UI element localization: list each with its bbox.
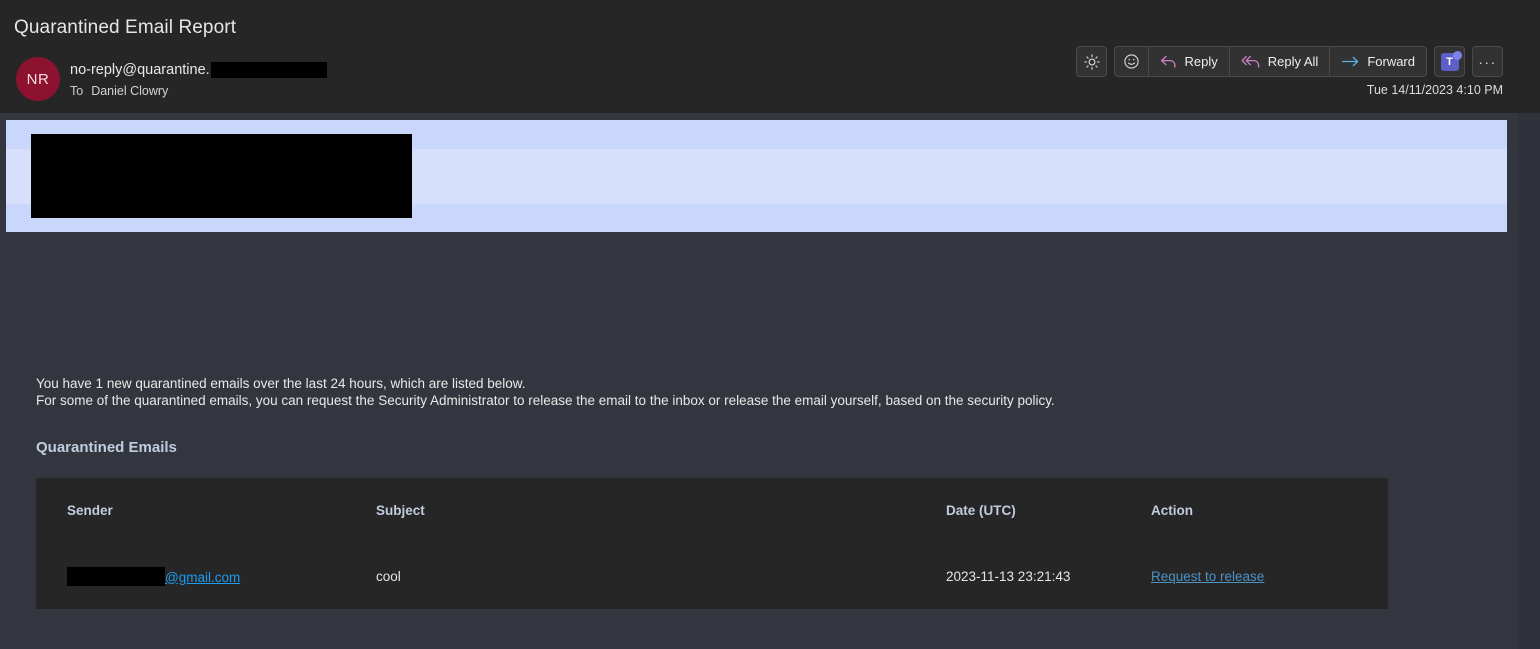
sender-email-link[interactable]: @gmail.com [165,570,240,585]
recipient-name: Daniel Clowry [91,84,169,98]
reply-all-button[interactable]: Reply All [1230,47,1331,76]
reply-actions-group: Reply Reply All Forward [1114,46,1427,77]
section-heading: Quarantined Emails [36,439,177,456]
mail-timestamp: Tue 14/11/2023 4:10 PM [1366,83,1503,97]
reply-arrow-icon [1160,54,1177,69]
quarantined-emails-table: Sender Subject Date (UTC) Action @gmail.… [36,478,1388,609]
cell-date: 2023-11-13 23:21:43 [946,568,1071,584]
teams-icon-dot [1452,50,1462,60]
sender-address-redaction [67,566,165,586]
sender-address-row[interactable]: no-reply@quarantine. [70,60,327,79]
scrollbar-track[interactable] [1518,113,1540,649]
intro-line-1: You have 1 new quarantined emails over t… [36,376,526,391]
forward-arrow-icon [1341,55,1360,68]
sender-info: no-reply@quarantine. To Daniel Clowry [70,60,327,98]
reply-label: Reply [1184,54,1218,69]
email-header: Quarantined Email Report NR no-reply@qua… [0,0,1540,113]
cell-subject: cool [376,568,401,584]
recipient-row: To Daniel Clowry [70,84,327,98]
column-header-sender: Sender [67,503,113,518]
page-title: Quarantined Email Report [14,17,237,38]
request-to-release-link[interactable]: Request to release [1151,569,1264,584]
banner-logo-redaction [31,134,412,218]
microsoft-teams-icon: T [1440,50,1462,71]
sun-icon [1084,53,1100,70]
cell-action: Request to release [1151,569,1357,584]
emoji-reaction-button[interactable] [1115,47,1150,76]
column-header-date: Date (UTC) [946,503,1016,518]
intro-paragraph: You have 1 new quarantined emails over t… [36,375,1055,409]
avatar: NR [16,57,60,101]
column-header-action: Action [1151,503,1193,518]
brightness-button[interactable] [1076,46,1108,77]
forward-label: Forward [1367,54,1415,69]
more-options-button[interactable]: ··· [1472,46,1503,77]
mail-toolbar: Reply Reply All Forward T ··· [1076,46,1503,77]
email-banner [6,120,1507,232]
reply-button[interactable]: Reply [1149,47,1230,76]
sender-domain-redaction [210,61,327,78]
sender-address: no-reply@quarantine. [70,61,210,78]
reply-all-arrow-icon [1241,54,1261,69]
avatar-initials: NR [26,70,50,88]
column-header-subject: Subject [376,503,425,518]
reply-all-label: Reply All [1267,54,1319,69]
smiley-icon [1123,53,1140,70]
teams-icon-letter: T [1446,55,1453,68]
forward-button[interactable]: Forward [1330,47,1426,76]
table-row: @gmail.com cool 2023-11-13 23:21:43 Requ… [36,543,1388,609]
cell-sender: @gmail.com [36,566,376,586]
table-header-row: Sender Subject Date (UTC) Action [36,478,1388,543]
intro-line-2: For some of the quarantined emails, you … [36,393,1055,408]
email-body: You have 1 new quarantined emails over t… [0,113,1540,649]
to-label: To [70,84,84,98]
more-options-icon: ··· [1478,53,1497,70]
teams-share-button[interactable]: T [1434,46,1465,77]
